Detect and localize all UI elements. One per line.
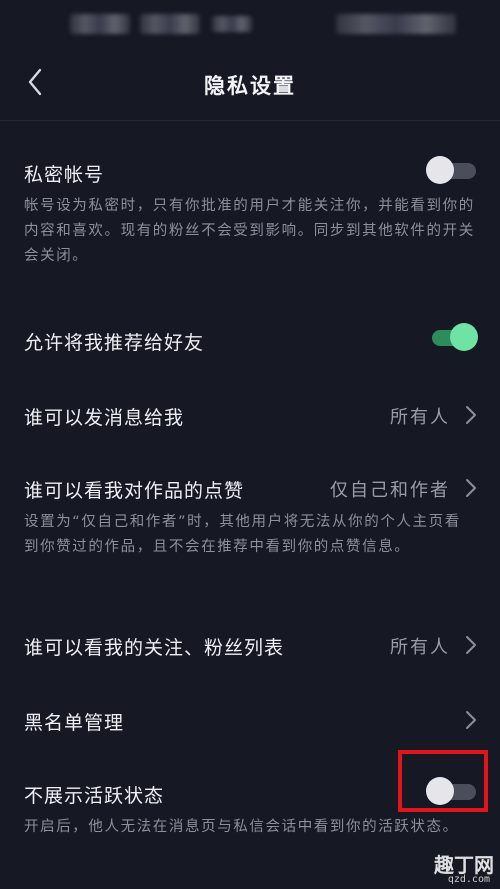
toggle-knob — [450, 323, 478, 351]
watermark-url: qzd.com — [447, 874, 490, 885]
nav-header: 隐私设置 — [0, 44, 500, 121]
setting-recommend-friends: 允许将我推荐给好友 — [0, 318, 500, 358]
recommend-friends-toggle[interactable] — [426, 323, 478, 351]
highlight-box — [398, 750, 488, 812]
who-can-see-following-label: 谁可以看我的关注、粉丝列表 — [24, 637, 285, 659]
private-account-label: 私密帐号 — [24, 164, 105, 186]
chevron-right-icon — [466, 479, 476, 497]
hide-active-status-desc: 开启后，他人无法在消息页与私信会话中看到你的活跃状态。 — [24, 819, 459, 835]
who-can-see-likes-desc: 设置为“仅自己和作者”时，其他用户将无法从你的个人主页看到你赞过的作品，且不会在… — [24, 514, 461, 555]
status-blur — [70, 14, 130, 34]
who-can-see-likes-label: 谁可以看我对作品的点赞 — [24, 480, 245, 502]
setting-private-account: 私密帐号 帐号设为私密时，只有你批准的用户才能关注你，并能看到你的内容和喜欢。现… — [0, 150, 500, 270]
private-account-toggle[interactable] — [426, 156, 478, 184]
chevron-right-icon — [466, 711, 476, 729]
setting-who-can-see-likes[interactable]: 谁可以看我对作品的点赞 仅自己和作者 设置为“仅自己和作者”时，其他用户将无法从… — [0, 466, 500, 586]
chevron-right-icon — [466, 636, 476, 654]
setting-blacklist[interactable]: 黑名单管理 — [0, 698, 500, 738]
setting-who-can-see-following[interactable]: 谁可以看我的关注、粉丝列表 所有人 — [0, 623, 500, 663]
status-blur — [336, 14, 456, 34]
toggle-knob — [426, 156, 454, 184]
who-can-see-following-value: 所有人 — [390, 637, 450, 658]
who-can-message-value: 所有人 — [390, 407, 450, 428]
watermark: 趣丁网 qzd.com — [430, 849, 494, 885]
status-blur — [212, 16, 252, 32]
hide-active-status-label: 不展示活跃状态 — [24, 785, 165, 807]
status-bar — [0, 0, 500, 44]
setting-who-can-message[interactable]: 谁可以发消息给我 所有人 — [0, 393, 500, 433]
who-can-message-label: 谁可以发消息给我 — [24, 407, 185, 429]
status-blur — [140, 14, 200, 34]
page-title: 隐私设置 — [204, 74, 296, 98]
chevron-right-icon — [466, 406, 476, 424]
private-account-desc: 帐号设为私密时，只有你批准的用户才能关注你，并能看到你的内容和喜欢。现有的粉丝不… — [24, 198, 475, 264]
who-can-see-likes-value: 仅自己和作者 — [330, 480, 450, 501]
recommend-friends-label: 允许将我推荐给好友 — [24, 332, 205, 354]
blacklist-label: 黑名单管理 — [24, 712, 125, 734]
